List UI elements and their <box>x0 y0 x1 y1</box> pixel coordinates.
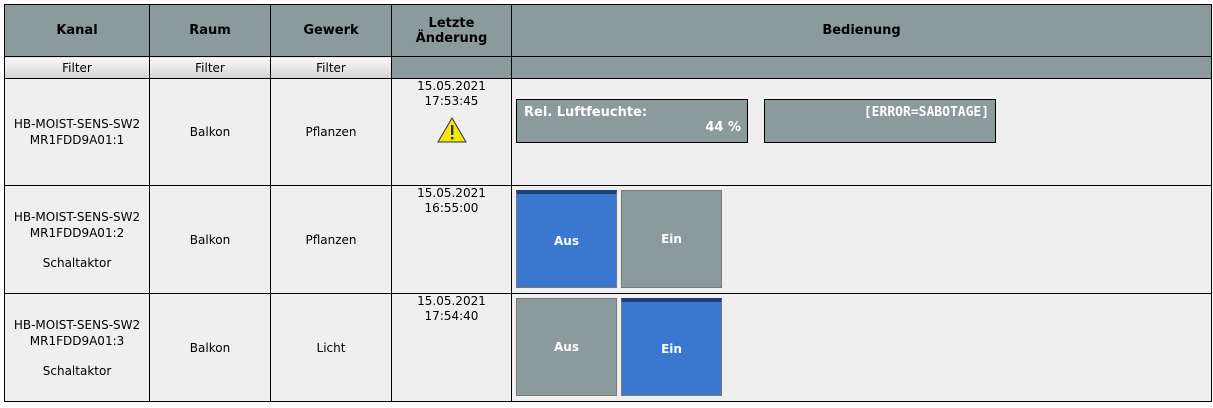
raum-cell: Balkon <box>149 78 271 186</box>
last-change-cell: 15.05.2021 17:54:40 <box>391 293 512 402</box>
device-name: HB-MOIST-SENS-SW2 <box>13 209 141 224</box>
last-change-date: 15.05.2021 <box>417 294 486 308</box>
last-change-time: 16:55:00 <box>424 201 479 215</box>
column-header-gewerk[interactable]: Gewerk <box>270 4 392 57</box>
column-header-letzte-line1: Letzte <box>428 15 475 31</box>
kanal-cell[interactable]: HB-MOIST-SENS-SW2 MR1FDD9A01:2 Schaltakt… <box>4 185 150 294</box>
error-status: [ERROR=SABOTAGE] <box>863 105 990 120</box>
device-type: Schaltaktor <box>42 255 112 270</box>
column-header-letzte-aenderung[interactable]: Letzte Änderung <box>391 4 512 57</box>
switch-on-button[interactable]: Ein <box>621 298 722 396</box>
switch-on-label: Ein <box>661 232 682 246</box>
column-header-bedienung: Bedienung <box>511 4 1212 57</box>
raum-cell: Balkon <box>149 293 271 402</box>
switch-buttons: Aus Ein <box>516 190 1211 290</box>
last-change-time: 17:53:45 <box>424 94 479 108</box>
device-address: MR1FDD9A01:2 <box>29 225 125 240</box>
gewerk-cell: Pflanzen <box>270 78 392 186</box>
warning-triangle-icon <box>436 117 467 147</box>
column-header-kanal[interactable]: Kanal <box>4 4 150 57</box>
gewerk-cell: Pflanzen <box>270 185 392 294</box>
switch-off-button[interactable]: Aus <box>516 298 617 396</box>
channel-table: Kanal Raum Gewerk Letzte Änderung Bedien… <box>4 4 1212 402</box>
humidity-display: Rel. Luftfeuchte: 44 % <box>516 99 748 143</box>
table-row: HB-MOIST-SENS-SW2 MR1FDD9A01:2 Schaltakt… <box>4 185 1212 294</box>
filter-row: Filter Filter Filter <box>4 56 1212 79</box>
filter-kanal-button[interactable]: Filter <box>4 56 150 79</box>
filter-raum-button[interactable]: Filter <box>149 56 271 79</box>
filter-gewerk-button[interactable]: Filter <box>270 56 392 79</box>
filter-empty-cell <box>391 56 512 79</box>
last-change-cell: 15.05.2021 16:55:00 <box>391 185 512 294</box>
table-row: HB-MOIST-SENS-SW2 MR1FDD9A01:1 Balkon Pf… <box>4 78 1212 186</box>
raum-cell: Balkon <box>149 185 271 294</box>
header-row: Kanal Raum Gewerk Letzte Änderung Bedien… <box>4 4 1212 57</box>
column-header-letzte-line2: Änderung <box>415 30 488 46</box>
last-change-time: 17:54:40 <box>424 309 479 323</box>
switch-on-label: Ein <box>661 341 682 356</box>
control-cell: Rel. Luftfeuchte: 44 % [ERROR=SABOTAGE] <box>511 78 1212 186</box>
device-type: Schaltaktor <box>42 363 112 378</box>
control-cell: Aus Ein <box>511 293 1212 402</box>
device-name: HB-MOIST-SENS-SW2 <box>13 317 141 332</box>
last-change-date: 15.05.2021 <box>417 79 486 93</box>
device-name: HB-MOIST-SENS-SW2 <box>13 117 141 131</box>
gewerk-cell: Licht <box>270 293 392 402</box>
filter-empty-cell <box>511 56 1212 79</box>
channel-list: Kanal Raum Gewerk Letzte Änderung Bedien… <box>4 4 1212 404</box>
device-address: MR1FDD9A01:3 <box>29 333 125 348</box>
switch-off-label: Aus <box>554 340 579 354</box>
table-row: HB-MOIST-SENS-SW2 MR1FDD9A01:3 Schaltakt… <box>4 293 1212 402</box>
switch-on-button[interactable]: Ein <box>621 190 722 288</box>
switch-off-button[interactable]: Aus <box>516 190 617 288</box>
switch-off-label: Aus <box>554 233 579 248</box>
humidity-label: Rel. Luftfeuchte: <box>524 105 648 120</box>
switch-buttons: Aus Ein <box>516 298 1211 398</box>
control-cell: Aus Ein <box>511 185 1212 294</box>
column-header-raum[interactable]: Raum <box>149 4 271 57</box>
kanal-cell[interactable]: HB-MOIST-SENS-SW2 MR1FDD9A01:1 <box>4 78 150 186</box>
last-change-cell: 15.05.2021 17:53:45 <box>391 78 512 186</box>
device-address: MR1FDD9A01:1 <box>29 133 125 147</box>
last-change-date: 15.05.2021 <box>417 186 486 200</box>
error-display: [ERROR=SABOTAGE] <box>764 99 997 143</box>
kanal-cell[interactable]: HB-MOIST-SENS-SW2 MR1FDD9A01:3 Schaltakt… <box>4 293 150 402</box>
humidity-value: 44 % <box>705 120 741 135</box>
